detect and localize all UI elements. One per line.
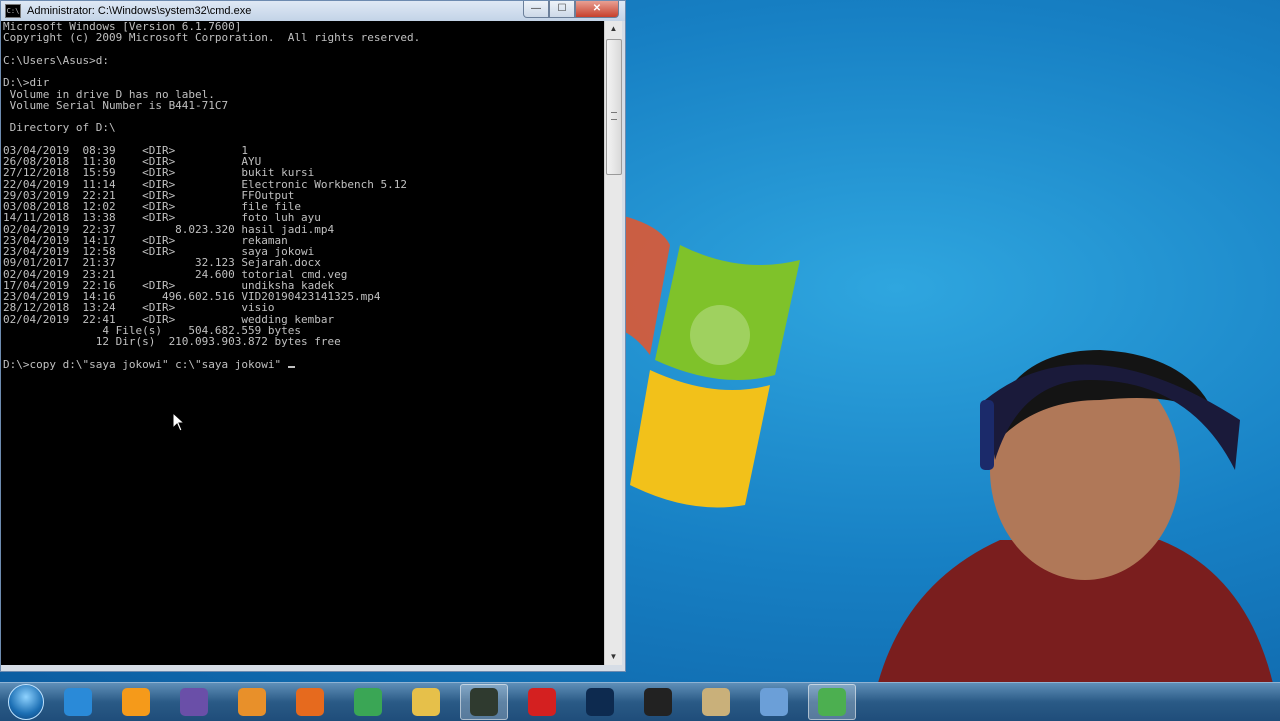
start-button[interactable] — [8, 684, 44, 720]
scroll-up-arrow-icon[interactable]: ▲ — [605, 21, 622, 37]
cmd-window[interactable]: C:\ Administrator: C:\Windows\system32\c… — [0, 0, 626, 672]
console-line: Directory of D:\ — [3, 121, 116, 135]
console-line: 12 Dir(s) 210.093.903.872 bytes free — [3, 335, 341, 348]
taskbar-item[interactable] — [170, 684, 218, 720]
console-line: C:\Users\Asus>d: — [3, 53, 109, 67]
vertical-scrollbar[interactable]: ▲ ▼ — [604, 21, 622, 665]
console-output[interactable]: Microsoft Windows [Version 6.1.7600] Cop… — [1, 21, 604, 665]
taskbar-item[interactable] — [112, 684, 160, 720]
taskbar-item[interactable] — [634, 684, 682, 720]
mouse-cursor-icon — [172, 412, 186, 432]
window-controls: — ☐ ✕ — [523, 1, 619, 18]
command-prompt-line[interactable]: D:\>copy d:\"saya jokowi" c:\"saya jokow… — [3, 358, 288, 371]
video-editor-icon — [644, 688, 672, 716]
taskbar-item[interactable] — [286, 684, 334, 720]
taskbar-item[interactable] — [808, 684, 856, 720]
photoshop-icon — [586, 688, 614, 716]
taskbar-item[interactable] — [518, 684, 566, 720]
taskbar-item[interactable] — [576, 684, 624, 720]
title-bar[interactable]: C:\ Administrator: C:\Windows\system32\c… — [1, 1, 625, 21]
media-player-icon — [238, 688, 266, 716]
window-title: Administrator: C:\Windows\system32\cmd.e… — [27, 5, 252, 17]
internet-explorer-icon — [64, 688, 92, 716]
taskbar — [0, 682, 1280, 721]
scroll-thumb[interactable] — [606, 39, 622, 175]
text-cursor — [287, 365, 295, 368]
webcam-person — [870, 350, 1280, 720]
grip-icon — [611, 112, 617, 120]
garena-icon — [528, 688, 556, 716]
chrome-icon — [354, 688, 382, 716]
command-prompt-icon — [470, 688, 498, 716]
taskbar-item[interactable] — [228, 684, 276, 720]
maximize-button[interactable]: ☐ — [549, 1, 575, 18]
console-line: Copyright (c) 2009 Microsoft Corporation… — [3, 31, 421, 45]
console-line: Volume Serial Number is B441-71C7 — [3, 98, 229, 112]
chrome-canary-icon — [760, 688, 788, 716]
taskbar-item[interactable] — [344, 684, 392, 720]
firefox-icon — [296, 688, 324, 716]
windows-logo-wallpaper — [620, 215, 800, 508]
cmd-icon[interactable]: C:\ — [5, 4, 21, 18]
paint-icon — [702, 688, 730, 716]
taskbar-item[interactable] — [54, 684, 102, 720]
close-button[interactable]: ✕ — [575, 1, 619, 18]
media-player-orb-icon — [122, 688, 150, 716]
file-explorer-icon — [412, 688, 440, 716]
minimize-button[interactable]: — — [523, 1, 549, 18]
recorder-icon — [818, 688, 846, 716]
taskbar-item[interactable] — [750, 684, 798, 720]
taskbar-item[interactable] — [402, 684, 450, 720]
console-text: Microsoft Windows [Version 6.1.7600] Cop… — [1, 21, 604, 370]
taskbar-item[interactable] — [692, 684, 740, 720]
scroll-down-arrow-icon[interactable]: ▼ — [605, 649, 622, 665]
visual-studio-icon — [180, 688, 208, 716]
taskbar-item[interactable] — [460, 684, 508, 720]
